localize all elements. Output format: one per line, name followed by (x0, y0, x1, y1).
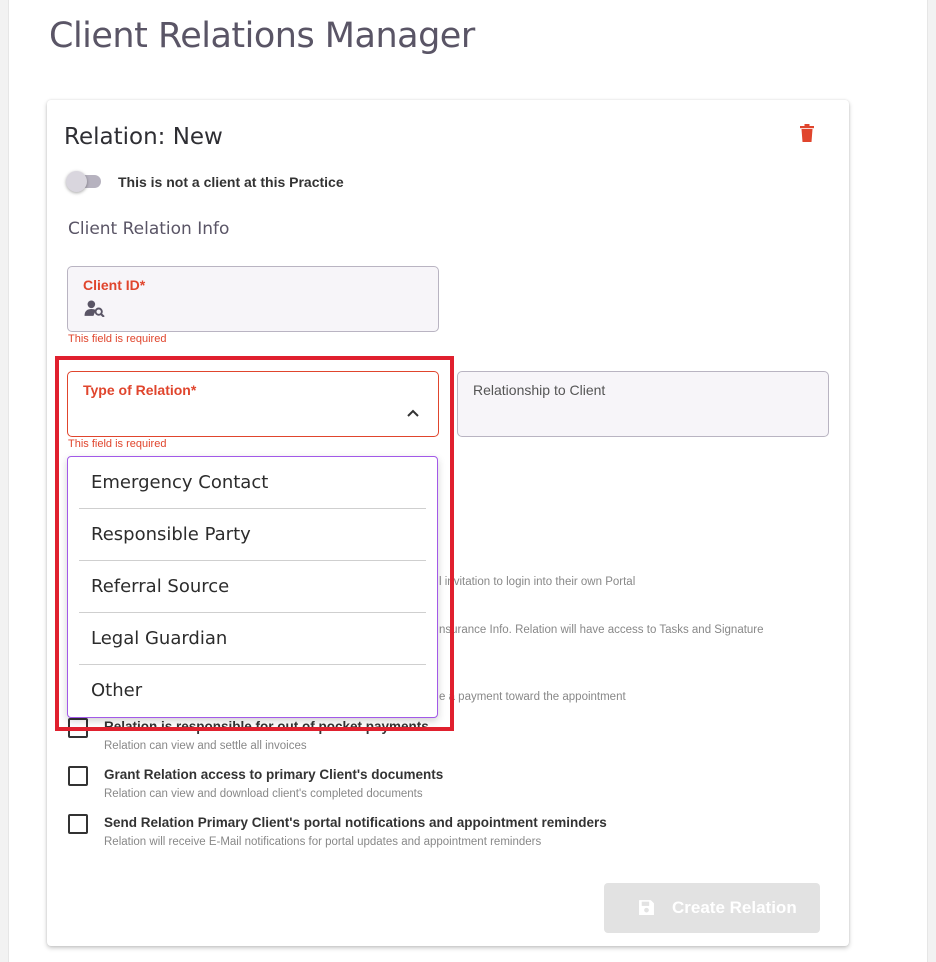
page-title: Client Relations Manager (49, 16, 475, 56)
insurance-info-hint: nsurance Info. Relation will have access… (439, 624, 764, 636)
documents-access-label: Grant Relation access to primary Client'… (104, 767, 444, 782)
documents-access-hint: Relation can view and download client's … (104, 788, 423, 800)
portal-notifications-label: Send Relation Primary Client's portal no… (104, 815, 607, 830)
client-id-label: Client ID* (83, 277, 146, 293)
client-id-error: This field is required (68, 333, 167, 345)
relationship-to-client-input[interactable]: Relationship to Client (457, 371, 829, 437)
toggle-thumb[interactable] (66, 171, 87, 192)
highlight-box (55, 356, 454, 731)
create-relation-label: Create Relation (672, 898, 797, 917)
portal-notifications-checkbox[interactable] (68, 814, 88, 834)
person-search-icon (84, 300, 105, 317)
payment-hint: e a payment toward the appointment (439, 691, 626, 703)
out-of-pocket-hint: Relation can view and settle all invoice… (104, 740, 307, 752)
portal-notifications-hint: Relation will receive E-Mail notificatio… (104, 836, 542, 848)
portal-invite-hint: l invitation to login into their own Por… (439, 576, 636, 588)
card-title: Relation: New (64, 124, 223, 150)
create-relation-button[interactable]: Create Relation (604, 883, 820, 933)
toggle-label: This is not a client at this Practice (118, 174, 344, 190)
client-id-field[interactable]: Client ID* (67, 266, 439, 332)
documents-access-checkbox[interactable] (68, 766, 88, 786)
section-title: Client Relation Info (68, 219, 230, 239)
relationship-to-client-label: Relationship to Client (473, 382, 606, 398)
trash-icon[interactable] (799, 124, 815, 142)
save-icon (639, 900, 654, 915)
